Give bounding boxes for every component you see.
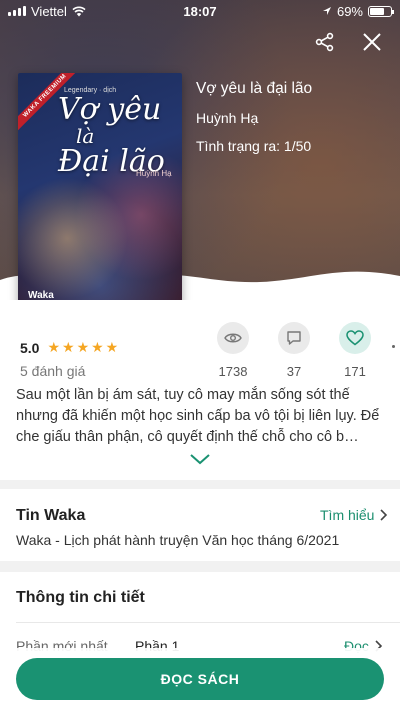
rating-score: 5.0 — [20, 339, 40, 356]
book-cover[interactable]: WAKA FREEMIUM Legendary · dịch Vợ yêu là… — [18, 73, 182, 309]
book-author[interactable]: Huỳnh Hạ — [196, 110, 258, 126]
read-book-button[interactable]: ĐỌC SÁCH — [16, 658, 384, 700]
news-text[interactable]: Waka - Lịch phát hành truyện Văn học thá… — [16, 532, 339, 548]
heart-icon — [346, 330, 364, 346]
close-button[interactable] — [358, 28, 386, 56]
chevron-right-icon — [380, 509, 388, 521]
divider — [16, 622, 400, 623]
wifi-icon — [72, 6, 86, 16]
rating-stars: ★★★★★ — [47, 339, 121, 355]
signal-icon — [8, 6, 26, 16]
like-button[interactable]: 171 — [325, 322, 385, 379]
more-dot — [392, 345, 395, 348]
share-button[interactable] — [311, 28, 339, 56]
book-status: Tình trạng ra: 1/50 — [196, 138, 312, 154]
battery-percent: 69% — [336, 3, 363, 19]
news-title: Tin Waka — [16, 507, 86, 524]
views-stat: 1738 — [203, 322, 263, 379]
news-card — [0, 489, 400, 561]
location-icon — [322, 7, 331, 15]
comments-count: 37 — [286, 364, 302, 379]
eye-icon — [224, 333, 242, 343]
news-learn-more-link[interactable]: Tìm hiểu — [320, 507, 388, 523]
battery-icon — [368, 5, 394, 17]
views-count: 1738 — [218, 364, 248, 379]
book-title: Vợ yêu là đại lão — [196, 80, 313, 97]
comments-button[interactable]: 37 — [264, 322, 324, 379]
share-icon — [315, 32, 334, 52]
cover-author: Huỳnh Hạ — [136, 169, 172, 178]
book-description: Sau một lần bị ám sát, tuy cô may mắn số… — [16, 387, 380, 445]
status-bar: Viettel 18:07 69% — [0, 0, 400, 22]
close-icon — [363, 33, 381, 51]
chevron-down-icon[interactable] — [188, 452, 212, 466]
carrier-name: Viettel — [31, 3, 67, 19]
cover-title: Vợ yêu là Đại lão — [58, 92, 165, 179]
likes-count: 171 — [344, 364, 366, 379]
rating: 5.0 ★★★★★ — [20, 339, 120, 356]
rating-count[interactable]: 5 đánh giá — [20, 363, 85, 379]
details-title: Thông tin chi tiết — [16, 589, 145, 606]
comment-icon — [287, 331, 301, 345]
